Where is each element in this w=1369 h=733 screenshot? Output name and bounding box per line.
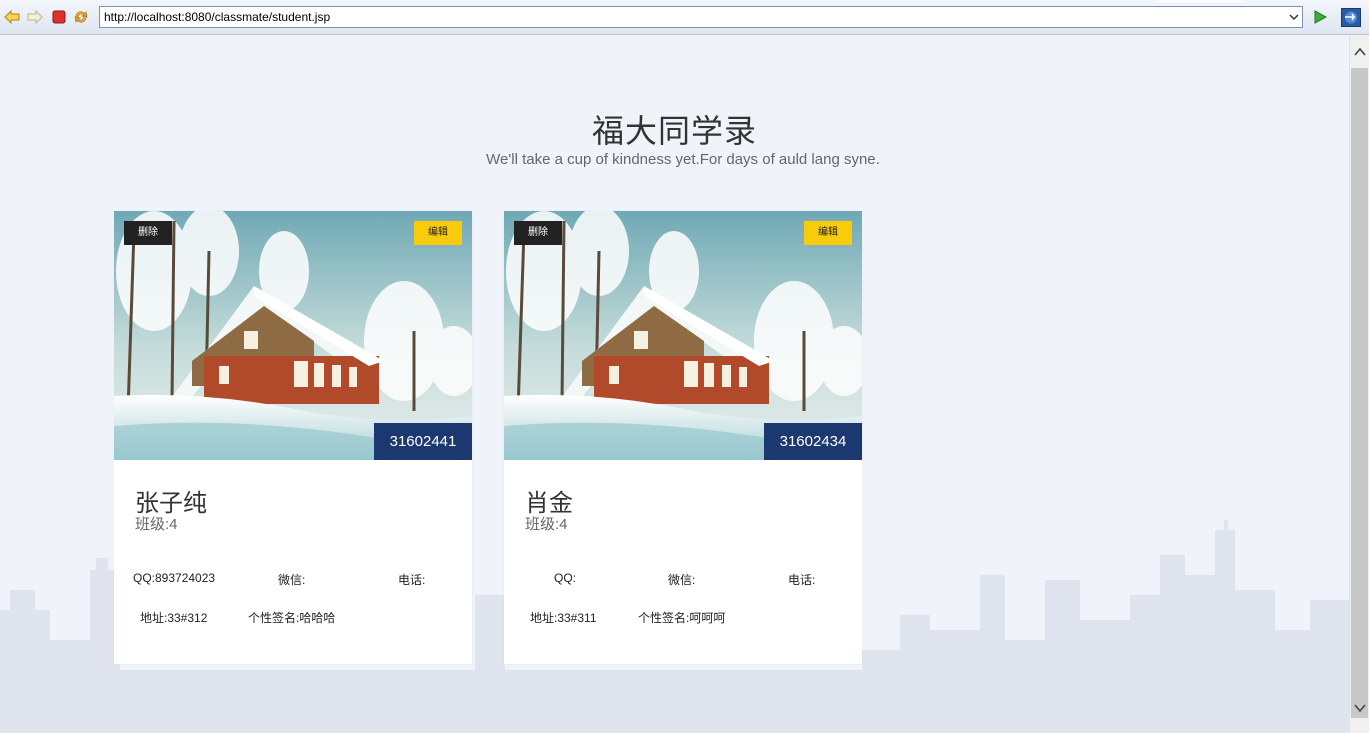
phone-field: 电话: [788, 573, 816, 587]
qq-field: QQ: [554, 571, 577, 585]
tab-edge [1158, 0, 1242, 2]
browser-toolbar: http://localhost:8080/classmate/student.… [0, 0, 1369, 35]
scroll-up-icon[interactable] [1354, 47, 1366, 57]
card-photo: 删除 编辑 31602441 [114, 211, 472, 460]
phone-field: 电话: [398, 573, 426, 587]
student-id-badge: 31602434 [764, 423, 862, 460]
forward-icon[interactable] [27, 9, 43, 25]
address-field: 地址:33#311 [530, 611, 597, 625]
student-card: 删除 编辑 31602434 肖金 班级:4 QQ: 微信: 电话: 地址:33… [504, 211, 862, 664]
chevron-down-icon[interactable] [1289, 12, 1299, 22]
edit-button[interactable]: 编辑 [804, 221, 852, 245]
back-icon[interactable] [4, 9, 20, 25]
external-browser-icon[interactable] [1341, 8, 1361, 27]
refresh-icon[interactable] [73, 9, 89, 25]
qq-field: QQ:893724023 [133, 571, 216, 585]
page-subtitle: We'll take a cup of kindness yet.For day… [486, 151, 880, 168]
wechat-field: 微信: [278, 573, 306, 587]
wechat-field: 微信: [668, 573, 696, 587]
go-icon[interactable] [1313, 10, 1327, 24]
student-card: 删除 编辑 31602441 张子纯 班级:4 QQ:893724023 微信:… [114, 211, 472, 664]
delete-button[interactable]: 删除 [514, 221, 562, 245]
student-class: 班级:4 [525, 516, 568, 533]
address-field: 地址:33#312 [140, 611, 208, 625]
address-bar[interactable]: http://localhost:8080/classmate/student.… [99, 6, 1303, 28]
card-photo: 删除 编辑 31602434 [504, 211, 862, 460]
student-id-badge: 31602441 [374, 423, 472, 460]
edit-button[interactable]: 编辑 [414, 221, 462, 245]
vertical-scrollbar[interactable] [1349, 35, 1369, 733]
stop-icon[interactable] [51, 9, 67, 25]
delete-button[interactable]: 删除 [124, 221, 172, 245]
url-text[interactable]: http://localhost:8080/classmate/student.… [104, 10, 330, 24]
student-class: 班级:4 [135, 516, 178, 533]
signature-field: 个性签名:呵呵呵 [638, 611, 726, 625]
scroll-down-icon[interactable] [1354, 703, 1366, 713]
page-title: 福大同学录 [591, 113, 757, 149]
signature-field: 个性签名:哈哈哈 [248, 611, 336, 625]
